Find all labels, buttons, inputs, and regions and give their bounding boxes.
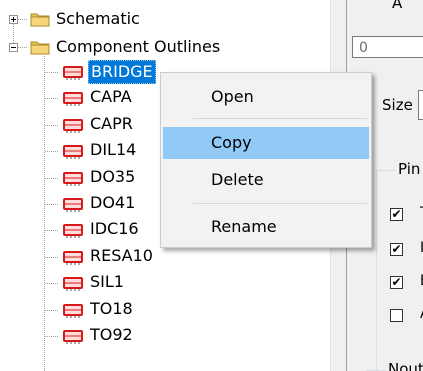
component-outline-icon: [62, 143, 84, 160]
checkbox-4[interactable]: [390, 309, 403, 322]
component-outline-icon: [62, 222, 84, 239]
checkbox-1[interactable]: ✔: [390, 208, 403, 221]
tree-item-label: CAPR: [90, 113, 133, 133]
tree-item-label: DIL14: [90, 140, 137, 160]
value-field[interactable]: 0: [352, 36, 423, 58]
pin-group-label: Pin: [398, 160, 421, 178]
context-menu: Open Copy Delete Rename: [160, 72, 372, 248]
tree-item-component[interactable]: SIL1: [0, 270, 330, 296]
tree-item-label: Schematic: [56, 9, 140, 28]
minus-box-icon[interactable]: [9, 43, 18, 52]
tree-item-label: BRIDGE: [88, 60, 156, 84]
folder-icon: [30, 13, 50, 27]
tree-item-label: DO35: [90, 166, 136, 186]
component-outline-icon: [62, 90, 84, 107]
component-outline-icon: [62, 117, 84, 133]
checkbox-3[interactable]: ✔: [390, 276, 403, 289]
tree-connector: [45, 177, 59, 179]
tree-item-label: CAPA: [90, 87, 132, 107]
component-outline-icon: [62, 170, 84, 186]
tree-item-component-outlines[interactable]: Component Outlines: [0, 34, 330, 60]
tree-connector: [45, 124, 59, 126]
menu-item-rename[interactable]: Rename: [163, 211, 369, 243]
size-label: Size: [382, 96, 413, 114]
tree-item-label: DO41: [90, 193, 136, 212]
tree-connector: [45, 230, 59, 232]
tree-item-label: SIL1: [90, 272, 124, 292]
tree-item-label: RESA10: [90, 245, 153, 265]
tree-connector: [45, 151, 59, 153]
menu-item-copy[interactable]: Copy: [163, 127, 369, 159]
group-border: [376, 170, 377, 371]
tree-connector: [45, 72, 59, 73]
tree-item-label: IDC16: [90, 219, 139, 239]
menu-separator: [193, 203, 367, 204]
partial-label: A: [392, 0, 403, 12]
tree-item-label: TO92: [90, 325, 133, 344]
group-border: [376, 170, 396, 171]
plus-box-icon[interactable]: [9, 15, 18, 24]
component-outline-icon: [62, 249, 84, 265]
folder-icon: [30, 41, 50, 55]
menu-item-delete[interactable]: Delete: [163, 164, 369, 196]
tree-item-component[interactable]: TO18: [0, 297, 330, 323]
tree-connector: [45, 283, 59, 285]
checkbox-2[interactable]: ✔: [390, 243, 403, 256]
size-input[interactable]: [418, 90, 423, 120]
bottom-group-label: Nout: [388, 360, 423, 371]
component-outline-icon: [62, 275, 84, 292]
menu-separator: [193, 118, 367, 119]
tree-connector: [45, 309, 59, 311]
menu-item-open[interactable]: Open: [163, 81, 369, 113]
component-outline-icon: [62, 196, 84, 212]
tree-item-label: Component Outlines: [56, 37, 221, 56]
tree-connector: [45, 336, 59, 337]
tree-connector: [45, 256, 59, 258]
tree-item-component[interactable]: TO92: [0, 323, 330, 349]
tree-item-label: TO18: [90, 298, 133, 318]
component-outline-icon: [62, 328, 84, 344]
component-outline-icon: [62, 302, 84, 318]
tree-item-schematic[interactable]: Schematic: [0, 6, 330, 32]
tree-connector: [45, 204, 59, 205]
app-window: Schematic Component Outlines BRIDGE CAPA C…: [0, 0, 423, 371]
tree-connector: [45, 98, 59, 100]
component-outline-icon: [62, 64, 84, 80]
